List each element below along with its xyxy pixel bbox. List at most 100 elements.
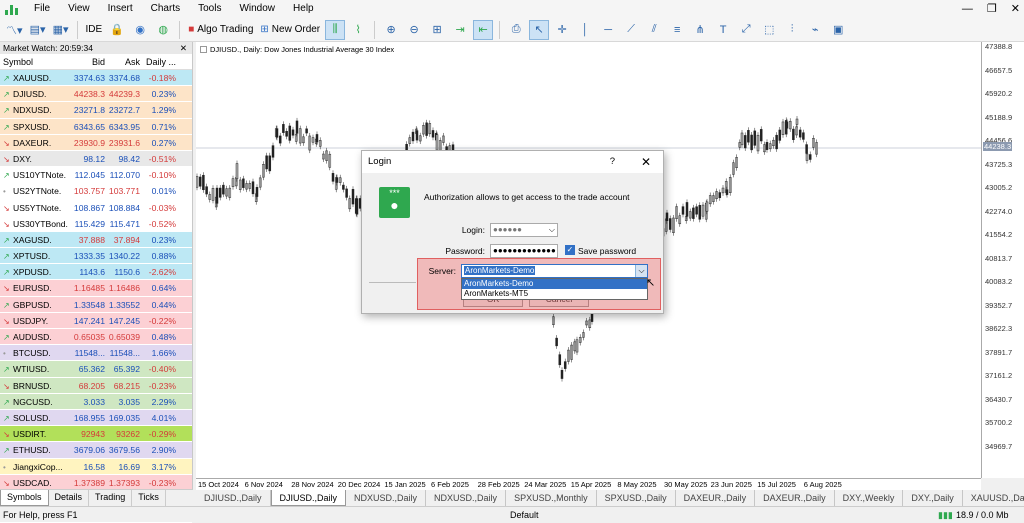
list-item[interactable]: ↘ US5YTNote. 108.867 108.884 -0.03% xyxy=(0,199,192,216)
period-icon[interactable]: ⌁ xyxy=(805,20,825,40)
fibo-icon[interactable]: ≡ xyxy=(667,20,687,40)
chart-tab[interactable]: DXY.,Daily xyxy=(903,490,963,506)
list-item[interactable]: ↗ NGCUSD. 3.033 3.035 2.29% xyxy=(0,393,192,410)
list-item[interactable]: ↘ DXY. 98.12 98.42 -0.51% xyxy=(0,150,192,168)
cursor-icon[interactable]: ↖ xyxy=(529,19,550,40)
new-order-button[interactable]: ⊞ New Order xyxy=(258,20,322,40)
server-option[interactable]: AronMarkets-MT5 xyxy=(462,289,647,299)
zoom-out-icon[interactable]: ⊖ xyxy=(404,20,424,40)
algo-trading-button[interactable]: ■ Algo Trading xyxy=(186,20,255,40)
signals-icon[interactable]: ◉ xyxy=(130,20,150,40)
trendline-icon[interactable]: ⟋ xyxy=(621,20,641,40)
list-item[interactable]: • JiangxiCop... 16.58 16.69 3.17% xyxy=(0,458,192,475)
chart-type-icon[interactable]: 〽▾ xyxy=(4,20,25,40)
menu-insert[interactable]: Insert xyxy=(99,0,142,18)
vertical-line-icon[interactable]: │ xyxy=(575,20,595,40)
login-field[interactable]: ●●●●●● ⌵ xyxy=(490,223,558,237)
col-ask[interactable]: Ask xyxy=(107,54,142,69)
crosshair-icon[interactable]: ✛ xyxy=(552,20,572,40)
list-item[interactable]: ↗ XAUUSD. 3374.63 3374.68 -0.18% xyxy=(0,70,192,87)
list-item[interactable]: ↘ US30YTBond. 115.429 115.471 -0.52% xyxy=(0,215,192,232)
chart-shift-icon[interactable]: ⇤ xyxy=(473,19,494,40)
channel-icon[interactable]: ⫽ xyxy=(644,20,664,40)
chart-tab[interactable]: NDXUSD.,Daily xyxy=(426,490,507,506)
server-select[interactable]: AronMarkets-Demo ⌵ xyxy=(461,264,648,278)
screenshot-icon[interactable]: ⎙ xyxy=(506,20,526,40)
profiles-icon[interactable]: ▦▾ xyxy=(51,20,71,40)
bar-chart-icon[interactable]: ⫼ xyxy=(325,19,346,40)
indicators-icon[interactable]: ⫶ xyxy=(782,20,802,40)
menu-window[interactable]: Window xyxy=(230,0,284,18)
arrows-icon[interactable]: ⤢ xyxy=(736,20,756,40)
list-item[interactable]: ↗ GBPUSD. 1.33548 1.33552 0.44% xyxy=(0,296,192,313)
tab-ticks[interactable]: Ticks xyxy=(132,490,166,506)
close-icon[interactable]: ✕ xyxy=(641,151,651,173)
pitchfork-icon[interactable]: ⋔ xyxy=(690,20,710,40)
list-item[interactable]: ↘ EURUSD. 1.16485 1.16486 0.64% xyxy=(0,280,192,297)
shapes-icon[interactable]: ⬚ xyxy=(759,20,779,40)
save-password-checkbox[interactable]: ✓ xyxy=(565,245,575,255)
chart-tab[interactable]: SPXUSD.,Daily xyxy=(597,490,676,506)
chart-tab[interactable]: DJIUSD.,Daily xyxy=(196,490,271,506)
lock-icon[interactable]: 🔒 xyxy=(107,20,127,40)
chart-tab[interactable]: XAUUSD.,Dail xyxy=(963,490,1024,506)
tab-details[interactable]: Details xyxy=(49,490,90,506)
list-item[interactable]: ↗ NDXUSD. 23271.8 23272.7 1.29% xyxy=(0,102,192,119)
minimize-icon[interactable]: — xyxy=(962,0,973,18)
menu-help[interactable]: Help xyxy=(284,0,323,18)
grid-icon[interactable]: ⊞ xyxy=(427,20,447,40)
list-item[interactable]: ↗ AUDUSD. 0.65035 0.65039 0.48% xyxy=(0,329,192,346)
time-axis[interactable]: 15 Oct 2024 6 Nov 2024 28 Nov 2024 20 Dec 2… xyxy=(196,478,981,490)
line-chart-icon[interactable]: ⌇ xyxy=(348,20,368,40)
server-option[interactable]: AronMarkets-Demo xyxy=(462,279,647,289)
text-icon[interactable]: T xyxy=(713,20,733,40)
password-field[interactable]: ●●●●●●●●●●●●● xyxy=(490,244,558,258)
menu-tools[interactable]: Tools xyxy=(189,0,230,18)
chart-tab[interactable]: SPXUSD.,Monthly xyxy=(506,490,597,506)
list-item[interactable]: • BTCUSD. 11548... 11548... 1.66% xyxy=(0,345,192,362)
ide-button[interactable]: IDE xyxy=(84,20,105,40)
col-daily[interactable]: Daily ... xyxy=(142,54,179,69)
col-bid[interactable]: Bid xyxy=(72,54,107,69)
change-cell: 0.64% xyxy=(151,283,176,294)
help-icon[interactable]: ? xyxy=(610,151,615,173)
change-cell: 2.90% xyxy=(151,445,176,456)
list-item[interactable]: ↗ XPTUSD. 1333.35 1340.22 0.88% xyxy=(0,248,192,265)
menu-charts[interactable]: Charts xyxy=(142,0,189,18)
chart-tab[interactable]: DAXEUR.,Daily xyxy=(676,490,756,506)
chart-tab[interactable]: NDXUSD.,Daily xyxy=(346,490,427,506)
chart-tab[interactable]: DXY.,Weekly xyxy=(835,490,904,506)
chart-menu-icon[interactable] xyxy=(200,46,207,53)
close-icon[interactable]: ✕ xyxy=(180,42,187,54)
chart-tab[interactable]: DAXEUR.,Daily xyxy=(755,490,835,506)
list-item[interactable]: ↘ USDIRT. 92943 93262 -0.29% xyxy=(0,426,192,443)
list-item[interactable]: ↗ US10YTNote. 112.045 112.070 -0.10% xyxy=(0,167,192,184)
market-icon[interactable]: ◍ xyxy=(153,20,173,40)
restore-icon[interactable]: ❐ xyxy=(987,0,997,18)
list-item[interactable]: ↘ USDJPY. 147.241 147.245 -0.22% xyxy=(0,312,192,329)
list-item[interactable]: ↗ SOLUSD. 168.955 169.035 4.01% xyxy=(0,409,192,427)
col-symbol[interactable]: Symbol xyxy=(0,54,72,69)
tab-symbols[interactable]: Symbols xyxy=(0,490,49,506)
close-icon[interactable]: ✕ xyxy=(1011,0,1020,18)
new-chart-icon[interactable]: ▤▾ xyxy=(28,20,48,40)
list-item[interactable]: ↗ ETHUSD. 3679.06 3679.56 2.90% xyxy=(0,442,192,459)
list-item[interactable]: ↗ XAGUSD. 37.888 37.894 0.23% xyxy=(0,231,192,249)
price-scale[interactable]: 47388.8 46657.5 45920.2 45188.9 44456.6 43725… xyxy=(981,42,1024,478)
menu-file[interactable]: File xyxy=(25,0,59,18)
list-item[interactable]: ↗ WTIUSD. 65.362 65.392 -0.40% xyxy=(0,361,192,378)
bid-cell: 6343.65 xyxy=(73,121,105,132)
horizontal-line-icon[interactable]: ─ xyxy=(598,20,618,40)
templates-icon[interactable]: ▣ xyxy=(828,20,848,40)
list-item[interactable]: • US2YTNote. 103.757 103.771 0.01% xyxy=(0,183,192,200)
list-item[interactable]: ↘ BRNUSD. 68.205 68.215 -0.23% xyxy=(0,377,192,394)
chart-tab[interactable]: DJIUSD.,Daily xyxy=(270,490,347,506)
zoom-in-icon[interactable]: ⊕ xyxy=(381,20,401,40)
list-item[interactable]: ↘ DAXEUR. 23930.9 23931.6 0.27% xyxy=(0,134,192,151)
list-item[interactable]: ↗ XPDUSD. 1143.6 1150.6 -2.62% xyxy=(0,264,192,281)
menu-view[interactable]: View xyxy=(59,0,99,18)
list-item[interactable]: ↗ DJIUSD. 44238.3 44239.3 0.23% xyxy=(0,86,192,103)
tab-trading[interactable]: Trading xyxy=(89,490,133,506)
list-item[interactable]: ↗ SPXUSD. 6343.65 6343.95 0.71% xyxy=(0,118,192,135)
autoscroll-icon[interactable]: ⇥ xyxy=(450,20,470,40)
